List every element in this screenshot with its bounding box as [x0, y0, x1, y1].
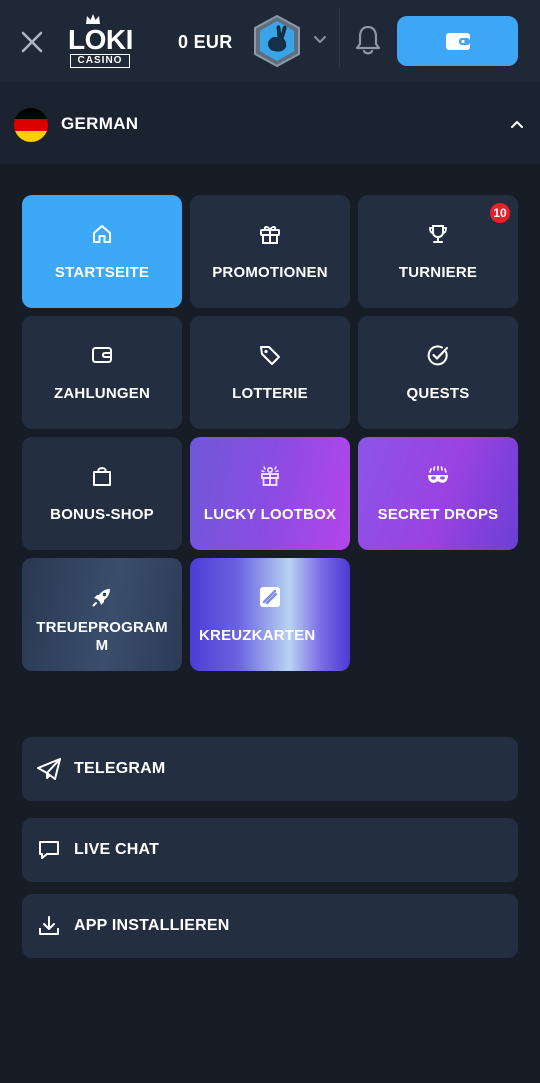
telegram-link[interactable]: TELEGRAM [22, 737, 518, 801]
rocket-icon [89, 584, 115, 610]
row-label: TELEGRAM [74, 760, 166, 777]
tile-treueprogramm[interactable]: TREUEPROGRAM M [22, 558, 182, 671]
bell-icon[interactable] [352, 22, 384, 58]
chevron-up-icon[interactable] [510, 116, 524, 134]
check-circle-icon [425, 342, 451, 368]
tile-turniere[interactable]: 10 TURNIERE [358, 195, 518, 308]
tile-label: STARTSEITE [54, 264, 150, 281]
tile-label: LUCKY LOOTBOX [203, 506, 337, 523]
tile-lucky-lootbox[interactable]: LUCKY LOOTBOX [190, 437, 350, 550]
tile-secret-drops[interactable]: SECRET DROPS [358, 437, 518, 550]
trophy-icon [425, 221, 451, 247]
chat-icon [34, 835, 64, 865]
chevron-down-icon[interactable] [313, 32, 327, 50]
logo-subtext: CASINO [70, 54, 130, 68]
tile-label: BONUS-SHOP [50, 506, 154, 523]
tag-icon [257, 342, 283, 368]
germany-flag-icon [14, 108, 48, 142]
tile-label: QUESTS [406, 385, 470, 402]
wallet-icon [445, 33, 470, 50]
rabbit-avatar-icon[interactable] [252, 14, 302, 68]
language-label: GERMAN [61, 114, 139, 133]
tile-startseite[interactable]: STARTSEITE [22, 195, 182, 308]
tile-zahlungen[interactable]: ZAHLUNGEN [22, 316, 182, 429]
download-icon [34, 911, 64, 941]
row-label: LIVE CHAT [74, 841, 160, 858]
tile-lotterie[interactable]: LOTTERIE [190, 316, 350, 429]
top-bar: LOKI CASINO 0 EUR [0, 0, 540, 82]
tile-kreuzkarten[interactable]: KREUZKARTEN [190, 558, 350, 671]
tile-quests[interactable]: QUESTS [358, 316, 518, 429]
close-icon[interactable] [16, 26, 48, 58]
tile-label: PROMOTIONEN [212, 264, 328, 281]
tile-promotionen[interactable]: PROMOTIONEN [190, 195, 350, 308]
telegram-icon [34, 754, 64, 784]
row-label: APP INSTALLIEREN [74, 917, 230, 934]
balance-display[interactable]: 0 EUR [178, 32, 233, 53]
tile-label: KREUZKARTEN [199, 627, 316, 644]
wallet-button[interactable] [397, 16, 518, 66]
header-divider [339, 8, 340, 68]
cards-icon [257, 584, 283, 610]
wallet-icon [89, 342, 115, 368]
tile-label: ZAHLUNGEN [54, 385, 150, 402]
gift-icon [257, 221, 283, 247]
tile-bonus-shop[interactable]: BONUS-SHOP [22, 437, 182, 550]
logo-text: LOKI [68, 24, 133, 55]
mask-icon [425, 463, 451, 489]
home-icon [89, 221, 115, 247]
shopping-bag-icon [89, 463, 115, 489]
lootbox-icon [257, 463, 283, 489]
tile-label: TURNIERE [398, 264, 478, 281]
tile-label: LOTTERIE [232, 385, 308, 402]
notification-badge: 10 [490, 203, 510, 223]
tile-label: SECRET DROPS [377, 506, 499, 523]
app-install-link[interactable]: APP INSTALLIEREN [22, 894, 518, 958]
live-chat-link[interactable]: LIVE CHAT [22, 818, 518, 882]
tile-label: TREUEPROGRAM M [36, 619, 168, 654]
loki-casino-logo[interactable]: LOKI CASINO [68, 14, 133, 68]
